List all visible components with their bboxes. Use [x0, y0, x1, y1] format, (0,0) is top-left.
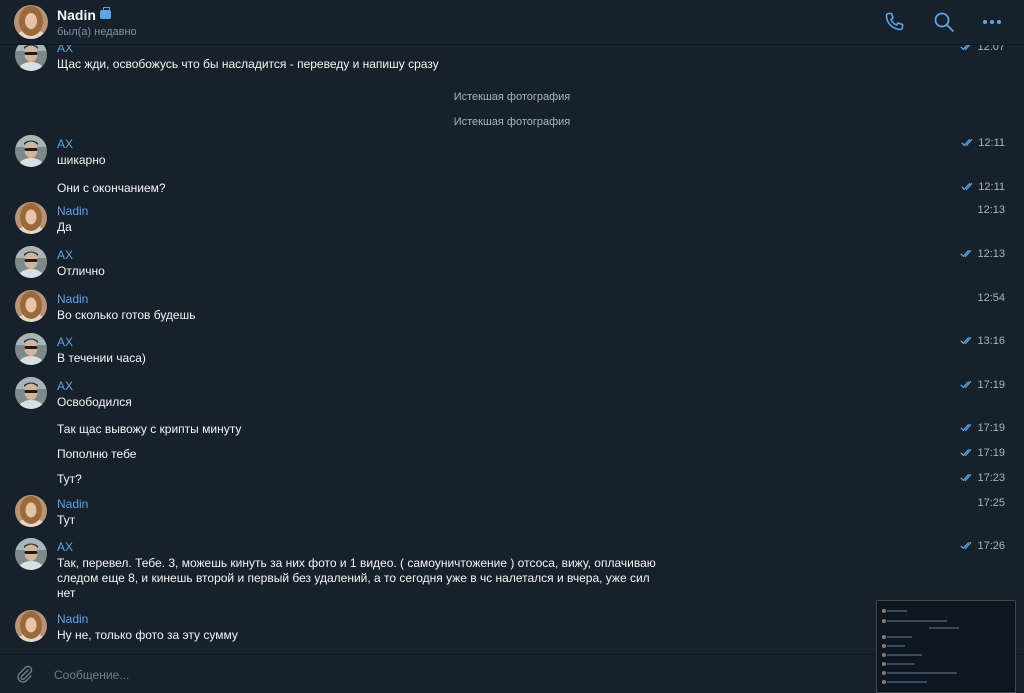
message-text: Тут [57, 513, 76, 527]
sender-name[interactable]: Nadin [57, 292, 88, 306]
sender-avatar[interactable] [15, 495, 47, 527]
message-time-text: 17:26 [977, 540, 1005, 552]
service-message: Истекшая фотография [453, 116, 571, 128]
message-text: Во сколько готов будешь [57, 308, 196, 322]
message-time: 12:13 [960, 248, 1005, 260]
read-checks-icon [960, 380, 972, 389]
message-time: 12:11 [961, 137, 1005, 149]
message-text: Тут? [57, 472, 82, 486]
message-time: 12:07 [960, 45, 1005, 53]
message-text: В течении часа) [57, 351, 146, 365]
contact-status: был(а) недавно [57, 26, 137, 38]
read-checks-icon [960, 473, 972, 482]
message-time: 12:13 [977, 204, 1005, 216]
message-time-text: 12:54 [977, 292, 1005, 304]
message-time: 12:11 [961, 181, 1005, 193]
message-time-text: 17:19 [977, 379, 1005, 391]
message-time-text: 12:13 [977, 204, 1005, 216]
message-time: 12:54 [977, 292, 1005, 304]
message-time-text: 17:25 [977, 497, 1005, 509]
message-time: 17:19 [960, 447, 1005, 459]
search-icon[interactable] [932, 10, 956, 34]
sender-avatar[interactable] [15, 333, 47, 365]
read-checks-icon [960, 423, 972, 432]
message-time-text: 17:19 [977, 447, 1005, 459]
message-time: 17:23 [960, 472, 1005, 484]
attach-icon[interactable] [14, 664, 34, 684]
sender-name[interactable]: Nadin [57, 612, 88, 626]
message-time-text: 12:07 [977, 45, 1005, 53]
message-text: шикарно [57, 153, 106, 167]
sender-name[interactable]: AX [57, 248, 73, 262]
message-text: Освободился [57, 395, 132, 409]
chat-header: Nadin был(а) недавно [0, 0, 1024, 45]
contact-name[interactable]: Nadin [57, 7, 111, 23]
sender-avatar[interactable] [15, 135, 47, 167]
read-checks-icon [960, 249, 972, 258]
read-checks-icon [960, 336, 972, 345]
sender-avatar[interactable] [15, 45, 47, 71]
message-time-text: 12:13 [977, 248, 1005, 260]
contact-avatar[interactable] [14, 5, 48, 39]
message-time-text: 13:16 [977, 335, 1005, 347]
sender-avatar[interactable] [15, 246, 47, 278]
message-input[interactable] [52, 663, 856, 687]
message-text: Ну не, только фото за эту сумму [57, 628, 238, 642]
message-time-text: 12:11 [978, 137, 1005, 149]
phone-icon[interactable] [882, 10, 906, 34]
message-text: Да [57, 220, 72, 234]
sender-name[interactable]: AX [57, 540, 73, 554]
read-checks-icon [960, 541, 972, 550]
sender-name[interactable]: AX [57, 137, 73, 151]
message-text: Щас жди, освобожусь что бы насладится - … [57, 57, 439, 71]
message-time: 17:19 [960, 422, 1005, 434]
message-text: Отлично [57, 264, 105, 278]
sender-name[interactable]: Nadin [57, 204, 88, 218]
message-text: Так, перевел. Тебе. 3, можешь кинуть за … [57, 556, 656, 600]
screenshot-thumbnail[interactable] [877, 601, 1015, 692]
sender-name[interactable]: AX [57, 335, 73, 349]
sender-name[interactable]: AX [57, 45, 73, 55]
briefcase-icon [99, 7, 111, 19]
message-time-text: 17:23 [977, 472, 1005, 484]
sender-avatar[interactable] [15, 610, 47, 642]
message-list[interactable]: AX Щас жди, освобожусь что бы насладится … [0, 45, 1024, 654]
read-checks-icon [961, 182, 973, 191]
message-time-text: 12:11 [978, 181, 1005, 193]
sender-avatar[interactable] [15, 202, 47, 234]
message-time: 13:16 [960, 335, 1005, 347]
message-time: 17:19 [960, 379, 1005, 391]
sender-name[interactable]: AX [57, 379, 73, 393]
sender-avatar[interactable] [15, 538, 47, 570]
message-time-text: 17:19 [977, 422, 1005, 434]
sender-avatar[interactable] [15, 290, 47, 322]
message-time: 17:26 [960, 540, 1005, 552]
read-checks-icon [960, 448, 972, 457]
service-message: Истекшая фотография [453, 91, 571, 103]
more-icon[interactable] [980, 10, 1004, 34]
message-text: Они с окончанием? [57, 181, 166, 195]
composer [0, 654, 1024, 693]
sender-name[interactable]: Nadin [57, 497, 88, 511]
message-time: 17:25 [977, 497, 1005, 509]
message-text: Так щас вывожу с крипты минуту [57, 422, 242, 436]
sender-avatar[interactable] [15, 377, 47, 409]
message-text: Пополню тебе [57, 447, 137, 461]
read-checks-icon [960, 45, 971, 51]
read-checks-icon [961, 138, 973, 147]
